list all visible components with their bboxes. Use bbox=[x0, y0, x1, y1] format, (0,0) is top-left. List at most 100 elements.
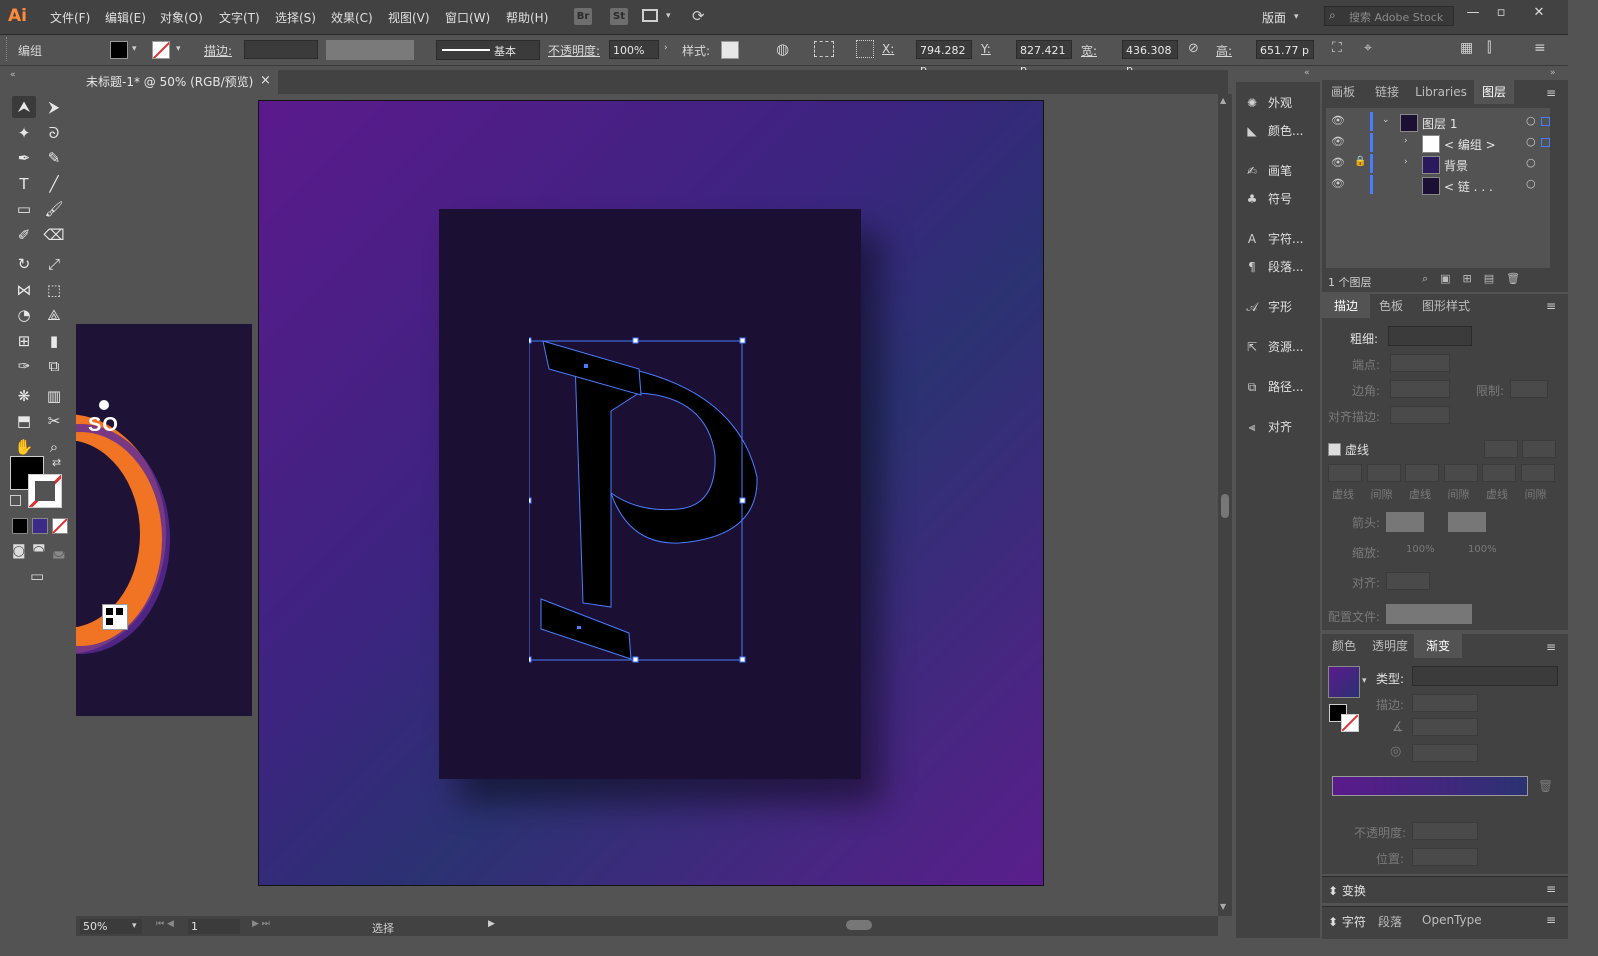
chevron-down-icon[interactable]: ▾ bbox=[1362, 676, 1367, 686]
layer-name[interactable]: < 链 . . . bbox=[1444, 178, 1493, 195]
target-icon[interactable]: ○ bbox=[1526, 135, 1536, 148]
workspace-switcher[interactable]: 版面 bbox=[1262, 9, 1286, 26]
shape-builder-tool-icon[interactable]: ◔ bbox=[12, 304, 36, 326]
menu-item-9[interactable]: 帮助(H) bbox=[506, 9, 548, 26]
direct-selection-tool-icon[interactable]: ⮞ bbox=[42, 96, 66, 118]
hand-tool-icon[interactable]: ✋ bbox=[12, 436, 36, 458]
stop-location-field[interactable] bbox=[1412, 848, 1478, 866]
transform-panel-collapsed[interactable]: ⬍ 变换 ≡ bbox=[1322, 876, 1568, 903]
expand-toggle-icon[interactable]: › bbox=[1404, 157, 1408, 167]
stroke-weight-field[interactable] bbox=[244, 40, 318, 59]
control-panel-menu-icon[interactable]: ≡ bbox=[1534, 40, 1546, 56]
menu-item-8[interactable]: 窗口(W) bbox=[445, 9, 490, 26]
arrange-documents-icon[interactable] bbox=[642, 9, 658, 22]
scroll-up-icon[interactable]: ▲ bbox=[1220, 96, 1226, 105]
visibility-eye-icon[interactable]: 👁 bbox=[1331, 114, 1345, 127]
end-arrowhead-select[interactable] bbox=[1448, 512, 1486, 532]
paragraph-tab[interactable]: 段落 bbox=[1378, 913, 1402, 930]
horizontal-scroll-thumb[interactable] bbox=[846, 920, 872, 930]
delete-stop-icon[interactable]: 🗑 bbox=[1538, 779, 1553, 793]
main-artboard[interactable] bbox=[258, 100, 1044, 886]
layers-tab-2[interactable]: 链接 bbox=[1366, 80, 1408, 104]
scale-tool-icon[interactable]: ⤢ bbox=[42, 253, 66, 275]
rotate-tool-icon[interactable]: ↻ bbox=[12, 253, 36, 275]
menu-item-1[interactable]: 文件(F) bbox=[50, 9, 90, 26]
draw-inside-icon[interactable]: ◛ bbox=[52, 543, 66, 559]
expand-panels-icon[interactable]: « bbox=[1304, 68, 1310, 78]
maximize-button[interactable]: ▫ bbox=[1490, 4, 1512, 22]
dash-gap-field-3[interactable] bbox=[1405, 464, 1439, 482]
stroke-panel-tab-3[interactable]: 图形样式 bbox=[1412, 294, 1480, 318]
target-icon[interactable]: ○ bbox=[1526, 114, 1536, 127]
stroke-panel-tab-1[interactable]: 描边 bbox=[1322, 294, 1370, 318]
collapse-panels-icon[interactable]: » bbox=[1550, 68, 1556, 78]
gradient-panel-tab-2[interactable]: 透明度 bbox=[1368, 634, 1412, 658]
target-icon[interactable]: ○ bbox=[1526, 177, 1536, 190]
width-tool-icon[interactable]: ⋈ bbox=[12, 279, 36, 301]
letter-p-group[interactable] bbox=[529, 337, 769, 677]
gradient-angle-field[interactable] bbox=[1412, 718, 1478, 736]
dash-gap-field-4[interactable] bbox=[1443, 464, 1478, 482]
mesh-tool-icon[interactable]: ⊞ bbox=[12, 330, 36, 352]
layers-tab-3[interactable]: Libraries bbox=[1410, 80, 1472, 104]
panel-button-2[interactable]: ◣ 颜色... bbox=[1242, 120, 1320, 142]
shaper-tool-icon[interactable]: ✐ bbox=[12, 224, 36, 246]
stop-opacity-field[interactable] bbox=[1412, 822, 1478, 840]
variable-width-profile[interactable] bbox=[326, 40, 414, 60]
symbol-sprayer-tool-icon[interactable]: ❋ bbox=[12, 385, 36, 407]
close-tab-button[interactable]: × bbox=[260, 73, 271, 88]
layer-name[interactable]: 图层 1 bbox=[1422, 115, 1457, 132]
panel-button-3[interactable]: ✍ 画笔 bbox=[1242, 160, 1320, 182]
gradient-slider[interactable] bbox=[1332, 776, 1528, 796]
dash-preserve-button[interactable] bbox=[1484, 440, 1518, 458]
eyedropper-tool-icon[interactable]: ✑ bbox=[12, 355, 36, 377]
minimize-button[interactable]: — bbox=[1462, 4, 1484, 22]
paintbrush-tool-icon[interactable]: 🖌 bbox=[42, 198, 66, 220]
collapse-toolbar-icon[interactable]: « bbox=[10, 70, 16, 80]
selection-options-icon[interactable] bbox=[814, 41, 834, 57]
opacity-field[interactable]: 100% bbox=[609, 40, 659, 59]
visibility-eye-icon[interactable]: 👁 bbox=[1331, 156, 1345, 169]
recolor-artwork-icon[interactable]: ◍ bbox=[776, 40, 789, 58]
vertical-scrollbar[interactable]: ▲ ▼ bbox=[1218, 94, 1232, 916]
stroke-swatch[interactable] bbox=[152, 41, 170, 59]
menu-item-4[interactable]: 文字(T) bbox=[219, 9, 260, 26]
character-tab[interactable]: ⬍ 字符 bbox=[1328, 913, 1366, 930]
lasso-tool-icon[interactable]: ᘐ bbox=[42, 122, 66, 144]
scroll-down-icon[interactable]: ▼ bbox=[1220, 902, 1226, 911]
panel-menu-icon[interactable]: ≡ bbox=[1546, 882, 1556, 896]
menu-item-6[interactable]: 效果(C) bbox=[331, 9, 373, 26]
start-scale-value[interactable]: 100% bbox=[1406, 544, 1435, 555]
panel-button-5[interactable]: A 字符... bbox=[1242, 228, 1320, 250]
panel-button-4[interactable]: ♣ 符号 bbox=[1242, 188, 1320, 210]
chevron-down-icon[interactable]: ▾ bbox=[176, 44, 181, 54]
line-tool-icon[interactable]: ╱ bbox=[42, 173, 66, 195]
menu-item-7[interactable]: 视图(V) bbox=[388, 9, 430, 26]
zoom-tool-icon[interactable]: ⌕ bbox=[42, 436, 66, 458]
arrow-align-buttons[interactable] bbox=[1386, 572, 1430, 590]
chevron-down-icon[interactable]: ▾ bbox=[132, 921, 137, 931]
chevron-down-icon[interactable]: ▾ bbox=[132, 44, 137, 54]
x-field[interactable]: 794.282 p bbox=[916, 40, 972, 76]
width-field[interactable]: 436.308 p bbox=[1122, 40, 1178, 76]
screen-mode-icon[interactable]: ▭ bbox=[30, 567, 44, 585]
menu-item-5[interactable]: 选择(S) bbox=[275, 9, 316, 26]
fill-swatch[interactable] bbox=[110, 41, 128, 59]
type-tool-icon[interactable]: T bbox=[12, 173, 36, 195]
dashed-line-checkbox[interactable] bbox=[1328, 443, 1341, 456]
gradient-panel-tab-1[interactable]: 颜色 bbox=[1322, 634, 1366, 658]
panel-button-8[interactable]: ⇱ 资源... bbox=[1242, 336, 1320, 358]
panel-button-10[interactable]: ⫷ 对齐 bbox=[1242, 416, 1320, 438]
menu-item-2[interactable]: 编辑(E) bbox=[105, 9, 146, 26]
dash-align-button[interactable] bbox=[1522, 440, 1556, 458]
align-stroke-buttons[interactable] bbox=[1390, 406, 1450, 424]
panel-button-6[interactable]: ¶ 段落... bbox=[1242, 256, 1320, 278]
gradient-panel-tab-3[interactable]: 渐变 bbox=[1414, 634, 1462, 658]
menu-item-3[interactable]: 对象(O) bbox=[160, 9, 203, 26]
graphic-style-swatch[interactable] bbox=[721, 41, 739, 59]
panel-button-7[interactable]: 𝒜 字形 bbox=[1242, 296, 1320, 318]
gradient-aspect-field[interactable] bbox=[1412, 744, 1478, 762]
blend-tool-icon[interactable]: ⧉ bbox=[42, 355, 66, 377]
limit-field[interactable] bbox=[1510, 380, 1548, 398]
dash-gap-field-1[interactable] bbox=[1328, 464, 1362, 482]
